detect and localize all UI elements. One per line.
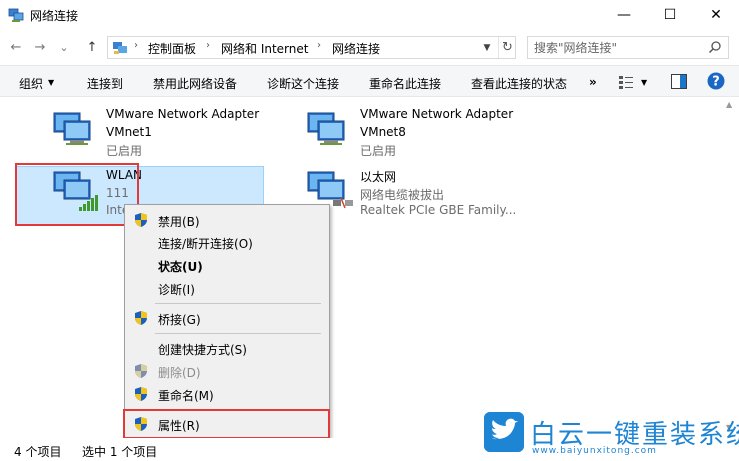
breadcrumb-separator: › <box>317 40 321 51</box>
menu-item-label: 删除(D) <box>158 366 201 380</box>
disable-device-button[interactable]: 禁用此网络设备 <box>153 75 237 92</box>
menu-separator <box>155 333 321 334</box>
menu-item-label: 状态(U) <box>158 260 203 274</box>
more-commands-button[interactable]: » <box>589 75 597 89</box>
uac-shield-icon <box>135 311 147 325</box>
cable-disconnected-icon <box>333 197 353 209</box>
watermark-url-text: www.baiyunxitong.com <box>532 446 657 456</box>
network-adapter-icon <box>53 112 91 145</box>
refresh-icon[interactable]: ↻ <box>498 37 516 58</box>
close-button[interactable]: ✕ <box>693 0 739 30</box>
menu-item-create-shortcut[interactable]: 创建快捷方式(S) <box>125 337 329 359</box>
item-count: 4 个项目 <box>14 445 62 459</box>
selected-count: 选中 1 个项目 <box>82 445 158 459</box>
menu-item-bridge[interactable]: 桥接(G) <box>125 307 329 329</box>
organize-menu[interactable]: 组织 <box>19 75 43 92</box>
adapter-vmnet1[interactable]: VMware Network Adapter VMnet1 已启用 <box>52 107 282 163</box>
vertical-scrollbar[interactable]: ▲ ▼ <box>722 98 739 436</box>
breadcrumb-separator: › <box>206 40 210 51</box>
menu-item-label: 桥接(G) <box>158 313 201 327</box>
adapter-status: Realtek PCIe GBE Family... <box>360 203 517 217</box>
address-bar[interactable]: › 控制面板 › 网络和 Internet › 网络连接 ▼ ↻ <box>107 36 516 59</box>
breadcrumb-network-internet[interactable]: 网络和 Internet <box>221 40 308 57</box>
annotation-box-properties <box>123 409 330 439</box>
breadcrumb-network-connections[interactable]: 网络连接 <box>332 40 380 57</box>
menu-item-status[interactable]: 状态(U) <box>125 254 329 276</box>
preview-pane-icon[interactable] <box>671 74 687 89</box>
adapter-vmnet8[interactable]: VMware Network Adapter VMnet8 已启用 <box>306 107 536 163</box>
back-button[interactable]: ← <box>6 36 26 58</box>
command-bar: 组织 ▼ 连接到 禁用此网络设备 诊断这个连接 重命名此连接 查看此连接的状态 … <box>0 65 739 97</box>
help-icon[interactable]: ? <box>707 72 725 90</box>
up-button[interactable]: ↑ <box>82 36 102 58</box>
adapter-name: VMware Network Adapter <box>106 107 260 121</box>
breadcrumb-control-panel[interactable]: 控制面板 <box>148 40 196 57</box>
adapter-status: 已启用 <box>360 144 397 158</box>
adapter-ethernet[interactable]: 以太网 网络电缆被拔出 Realtek PCIe GBE Family... <box>306 168 536 224</box>
minimize-button[interactable]: — <box>601 0 647 30</box>
adapter-subname: VMnet1 <box>106 125 152 139</box>
scroll-up-arrow-icon[interactable]: ▲ <box>726 100 732 109</box>
uac-shield-icon <box>135 387 147 401</box>
diagnose-connection-button[interactable]: 诊断这个连接 <box>267 75 339 92</box>
menu-item-label: 禁用(B) <box>158 215 200 229</box>
menu-item-diagnose[interactable]: 诊断(I) <box>125 277 329 299</box>
menu-separator <box>155 303 321 304</box>
breadcrumb-separator: › <box>134 40 138 51</box>
network-adapter-icon <box>307 112 345 145</box>
uac-shield-icon <box>135 213 147 227</box>
menu-item-connect-disconnect[interactable]: 连接/断开连接(O) <box>125 231 329 253</box>
search-input[interactable] <box>534 40 704 56</box>
menu-item-label: 诊断(I) <box>158 283 195 297</box>
control-panel-icon <box>113 42 127 54</box>
menu-item-disable[interactable]: 禁用(B) <box>125 209 329 231</box>
recent-locations-button[interactable]: ⌄ <box>54 36 74 58</box>
menu-item-label: 创建快捷方式(S) <box>158 343 247 357</box>
search-icon[interactable] <box>708 40 722 54</box>
menu-item-delete: 删除(D) <box>125 360 329 382</box>
window-title: 网络连接 <box>30 9 79 23</box>
adapter-subname: 网络电缆被拔出 <box>360 188 445 202</box>
maximize-button[interactable]: ☐ <box>647 0 693 30</box>
watermark: 白云一键重装系统 www.baiyunxitong.com <box>484 408 739 458</box>
context-menu: 禁用(B) 连接/断开连接(O) 状态(U) 诊断(I) 桥接(G) 创建快捷方… <box>124 204 330 438</box>
view-chevron-down-icon[interactable]: ▼ <box>641 78 647 87</box>
search-box[interactable] <box>527 36 729 59</box>
address-dropdown-chevron-icon[interactable]: ▼ <box>478 37 496 58</box>
change-view-icon[interactable] <box>618 74 634 90</box>
network-connections-app-icon <box>8 8 24 22</box>
forward-button[interactable]: → <box>30 36 50 58</box>
annotation-box-wlan <box>15 163 139 226</box>
adapter-name: 以太网 <box>360 170 397 184</box>
address-row: ← → ⌄ ↑ › 控制面板 › 网络和 Internet › 网络连接 ▼ ↻ <box>0 32 739 62</box>
uac-shield-icon <box>135 364 147 378</box>
connect-to-button[interactable]: 连接到 <box>87 75 123 92</box>
adapter-status: 已启用 <box>106 144 143 158</box>
menu-item-label: 连接/断开连接(O) <box>158 237 253 251</box>
adapter-name: VMware Network Adapter <box>360 107 514 121</box>
svg-text:?: ? <box>712 75 720 90</box>
adapter-subname: VMnet8 <box>360 125 406 139</box>
organize-chevron-down-icon[interactable]: ▼ <box>48 78 54 87</box>
title-bar: 网络连接 — ☐ ✕ <box>0 0 739 30</box>
view-status-button[interactable]: 查看此连接的状态 <box>471 75 567 92</box>
rename-connection-button[interactable]: 重命名此连接 <box>369 75 441 92</box>
menu-item-rename[interactable]: 重命名(M) <box>125 383 329 405</box>
menu-item-label: 重命名(M) <box>158 389 214 403</box>
bird-logo-icon <box>484 412 524 452</box>
